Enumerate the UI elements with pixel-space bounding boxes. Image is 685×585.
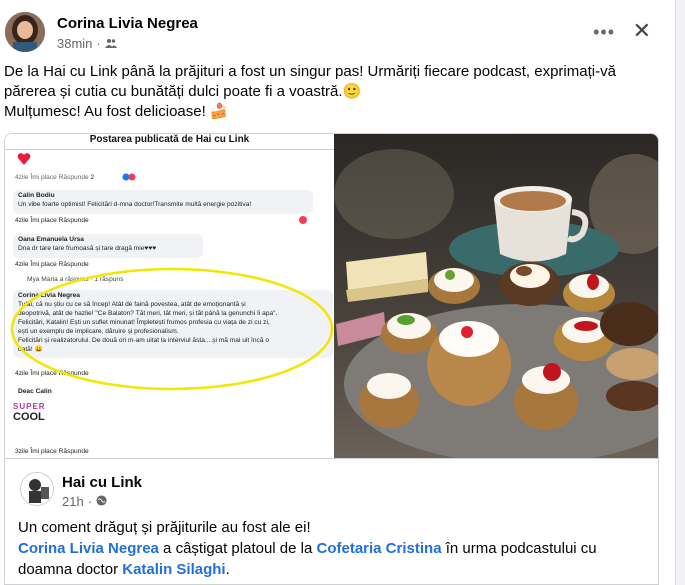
- page-name[interactable]: Hai cu Link: [62, 474, 142, 491]
- author-avatar[interactable]: [5, 12, 45, 52]
- post-text: De la Hai cu Link până la prăjituri a fo…: [4, 62, 664, 122]
- reactions-icon: [122, 173, 136, 181]
- comment-meta: 4zile Îmi place Răspunde 2: [15, 174, 95, 181]
- highlight-ellipse: [10, 267, 334, 391]
- post-time[interactable]: 38min: [57, 36, 92, 51]
- more-options-icon[interactable]: •••: [593, 22, 615, 43]
- comment-author: Calin Bodiu: [18, 192, 55, 199]
- page-avatar[interactable]: [20, 472, 54, 506]
- post-text-line: părerea și cutia cu bunătăți dulci poate…: [4, 83, 362, 100]
- mention-link[interactable]: Corina Livia Negrea: [18, 540, 159, 557]
- post-card: Corina Livia Negrea 38min · ••• ✕ De la …: [0, 0, 676, 585]
- post-media[interactable]: Postarea publicată de Hai cu Link 4zile …: [4, 133, 659, 459]
- pastries-photo[interactable]: [334, 134, 658, 458]
- shared-post[interactable]: Hai cu Link 21h · Un coment drăguț și pr…: [4, 459, 659, 585]
- shared-text-line: Un coment drăguț și prăjiturile au fost …: [18, 519, 311, 536]
- comment-author: Deac Calin: [18, 388, 52, 395]
- comment-text: Un vibe foarte optimist! Felicitări d-mn…: [18, 201, 252, 208]
- post-meta: 38min ·: [57, 36, 117, 51]
- embedded-title: Postarea publicată de Hai cu Link: [89, 134, 250, 145]
- shared-text-line: Corina Livia Negrea a câștigat platoul d…: [18, 540, 597, 557]
- author-name[interactable]: Corina Livia Negrea: [57, 15, 198, 32]
- heart-icon: [299, 216, 307, 224]
- heart-icon: [17, 153, 31, 165]
- post-text-line: De la Hai cu Link până la prăjituri a fo…: [4, 63, 616, 80]
- post-header: Corina Livia Negrea 38min · ••• ✕: [5, 12, 665, 56]
- globe-icon: [96, 494, 107, 509]
- mention-link[interactable]: Katalin Silaghi: [122, 561, 225, 578]
- super-cool-sticker: SUPER COOL: [13, 402, 46, 423]
- mention-link[interactable]: Cofetaria Cristina: [317, 540, 442, 557]
- friends-icon: [104, 36, 117, 51]
- shared-text: Un coment drăguț și prăjiturile au fost …: [18, 517, 648, 580]
- shared-meta: 21h ·: [62, 494, 107, 509]
- comments-screenshot[interactable]: Postarea publicată de Hai cu Link 4zile …: [5, 134, 334, 458]
- close-icon[interactable]: ✕: [633, 18, 651, 44]
- post-text-line: Mulțumesc! Au fost delicioase! 🍰: [4, 103, 229, 120]
- comment-text: Dna dr tare tare frumoasă și tare dragă …: [18, 245, 157, 252]
- shared-text-line: doamna doctor Katalin Silaghi.: [18, 561, 230, 578]
- comment-author: Oana Emanuela Ursa: [18, 236, 84, 243]
- comment-meta: 4zile Îmi place Răspunde: [15, 217, 89, 224]
- comment-meta: 3zile Îmi place Răspunde: [15, 448, 89, 455]
- shared-time[interactable]: 21h: [62, 494, 84, 509]
